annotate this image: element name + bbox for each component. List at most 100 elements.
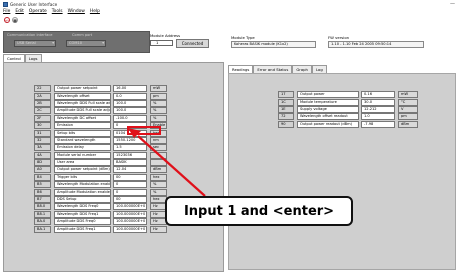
comm-interface-label: Communication interface [7,33,53,37]
module-address-value: 1 [156,40,159,45]
register-value[interactable]: 16.00 [113,85,147,93]
toolbar: ↩ ■ [4,17,18,23]
title-bar: Generic User Interface — [0,0,461,8]
fw-version-label: FW version [328,35,350,40]
menu-file[interactable]: File [3,9,10,15]
module-type-label: Module Type [231,35,255,40]
reading-name: Output power [297,91,359,99]
control-panel: 22 Output power setpoint 16.00 mW 2A Waveleng… [3,62,224,272]
tab-control[interactable]: Control [3,54,25,62]
register-unit [150,151,167,159]
reading-value: 0.16 [361,91,395,99]
app-window: Generic User Interface — File Edit Opera… [0,0,461,273]
register-name: Wavelength DDS Full scale adjust [54,99,111,107]
register-unit: hex [150,173,167,181]
reading-name: Module temperature [297,98,359,106]
register-unit: % [150,188,167,196]
register-name: Output power setpoint [54,85,111,93]
module-type-field: Koheras BASIK module (K1x2) [231,41,316,48]
register-value[interactable]: 0 [113,181,147,189]
register-code: 22 [34,85,51,93]
register-value[interactable]: 00 [113,173,147,181]
register-code: B7 [34,196,51,204]
register-unit: sec [150,144,167,152]
tab-graph[interactable]: Graph [292,65,312,73]
register-value[interactable]: 100.000000E+0 [113,225,147,233]
chevron-down-icon: ▾ [102,41,104,45]
menu-tools[interactable]: Tools [52,9,63,15]
register-value[interactable]: 00 [113,196,147,204]
register-unit [150,159,167,167]
reading-unit: pm [398,113,418,121]
connection-panel: Communication interface Comm port USB Se… [3,31,150,53]
connected-button[interactable]: Connected [176,39,209,48]
register-name: Output power setpoint (dBm) [54,166,111,174]
reading-row: 1C Module temperature 30.0 °C [278,98,418,106]
reading-row: 90 Output power readout (dBm) -7.98 dBm [278,120,418,128]
comm-port-select[interactable]: COM10 ▾ [66,40,106,47]
interface-select[interactable]: USB Serial ▾ [14,40,56,47]
register-row: 3A Emission delay 1.5 sec [34,144,212,152]
register-value[interactable]: BASIK [113,159,147,167]
register-value[interactable]: -100.0 [113,114,147,122]
reading-name: Wavelength offset readout [297,113,359,121]
register-name: Amplitude Modulation enable [54,188,111,196]
register-value[interactable]: 100.000000E+0 [113,210,147,218]
register-value[interactable]: 100.000000E+0 [113,203,147,211]
register-row: 22 Output power setpoint 16.00 mW [34,85,212,93]
register-row: A0 Output power setpoint (dBm) 12.04 dBm [34,166,212,174]
register-value[interactable]: 0.0 [113,92,147,100]
register-value[interactable]: 100.0 [113,107,147,115]
reading-value: 30.0 [361,98,395,106]
interface-value: USB Serial [17,41,36,45]
register-code: B6 [34,188,51,196]
register-name: Wavelength offset [54,92,111,100]
comm-port-value: COM10 [69,41,83,45]
stop-icon[interactable]: ■ [12,17,18,23]
register-value[interactable]: 1.5 [113,144,147,152]
menu-operate[interactable]: Operate [29,9,47,15]
register-value[interactable]: 0 [113,188,147,196]
module-address-input[interactable]: 1 [150,40,173,46]
register-row: B6 Amplitude Modulation enable 0% [34,188,212,196]
register-value[interactable]: 1523036 [113,151,147,159]
menu-window[interactable]: Window [68,9,85,15]
register-unit: % [150,181,167,189]
reading-unit: V [398,105,418,113]
register-value[interactable]: 1550.1200 [113,136,147,144]
register-code: 32 [34,136,51,144]
menu-help[interactable]: Help [90,9,100,15]
menu-edit[interactable]: Edit [15,9,24,15]
fw-version-block: FW version 1.10 - 1.10 Feb 24 2005 09:50… [328,35,424,48]
emission-highlight [127,126,161,135]
reading-code: 1C [278,98,294,106]
reading-unit: dBm [398,120,418,128]
readings-table: 17 Output power 0.16 mW 1C Module temperature… [278,91,418,128]
reading-value: -7.98 [361,120,395,128]
register-code: 2F [34,114,51,122]
register-code: 8D [34,159,51,167]
tab-logs[interactable]: Logs [24,54,42,62]
register-row: 32 Standard wavelength 1550.1200 nm [34,136,212,144]
reading-code: 17 [278,91,294,99]
register-unit: % [150,107,167,115]
register-code: B5 [34,181,51,189]
register-row: 2BWavelength DDS Full scale adjust100.0% [34,99,212,107]
tab-error-status[interactable]: Error and Status [253,65,293,73]
minimize-button[interactable]: — [450,1,455,7]
tab-readings[interactable]: Readings [228,65,254,73]
register-code: 2C [34,107,51,115]
tab-log[interactable]: Log [311,65,327,73]
module-type-block: Module Type Koheras BASIK module (K1x2) [231,35,316,48]
register-value[interactable]: 12.04 [113,166,147,174]
register-unit: nm [150,136,167,144]
register-value[interactable]: 100.0 [113,99,147,107]
reading-code: 1E [278,105,294,113]
register-code: 30 [34,122,51,130]
register-name: Wavelength DC offset [54,114,111,122]
run-arrow-icon[interactable]: ↩ [4,17,10,23]
register-name: Module serial number [54,151,111,159]
reading-code: 90 [278,120,294,128]
register-value[interactable]: 100.000000E+0 [113,218,147,226]
register-row: 31 Setup bits 0104 hex [34,129,212,137]
